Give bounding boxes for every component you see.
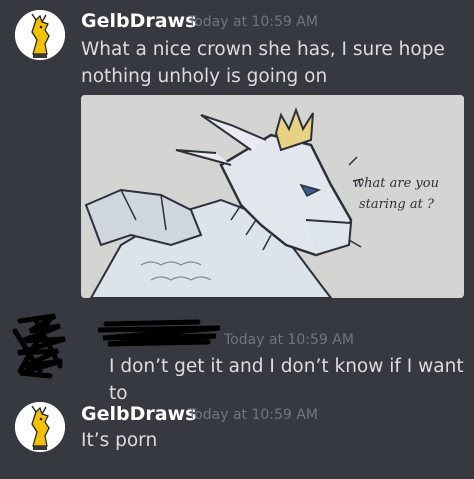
dragon-avatar-icon	[15, 10, 65, 60]
redacted-avatar-scribble	[12, 313, 66, 379]
avatar-gelbdraws[interactable]	[15, 402, 65, 452]
message-text: It’s porn	[81, 427, 157, 454]
message-line: It’s porn	[81, 430, 158, 451]
message-3: GelbDraws Today at 10:59 AM It’s porn	[0, 390, 474, 479]
message-line: What a nice crown she has, I sure hope	[81, 39, 445, 60]
timestamp: Today at 10:59 AM	[188, 14, 318, 30]
dragon-avatar-icon	[15, 402, 65, 452]
username[interactable]: GelbDraws	[81, 10, 196, 32]
message-line: nothing unholy is going on	[81, 66, 328, 87]
message-text: What a nice crown she has, I sure hope n…	[81, 36, 445, 90]
message-1: GelbDraws Today at 10:59 AM What a nice …	[0, 0, 474, 300]
avatar-gelbdraws[interactable]	[15, 10, 65, 60]
message-2: Today at 10:59 AM I don’t get it and I d…	[0, 300, 474, 404]
dragon-drawing: what are you staring at ?	[81, 95, 464, 298]
attachment-image[interactable]: what are you staring at ?	[81, 95, 464, 298]
drawing-caption-line-2: staring at ?	[359, 197, 435, 212]
redacted-username-scribble	[98, 319, 220, 347]
drawing-caption-line-1: what are you	[353, 176, 439, 191]
username[interactable]: GelbDraws	[81, 403, 196, 425]
timestamp: Today at 10:59 AM	[188, 407, 318, 423]
timestamp: Today at 10:59 AM	[224, 332, 354, 348]
